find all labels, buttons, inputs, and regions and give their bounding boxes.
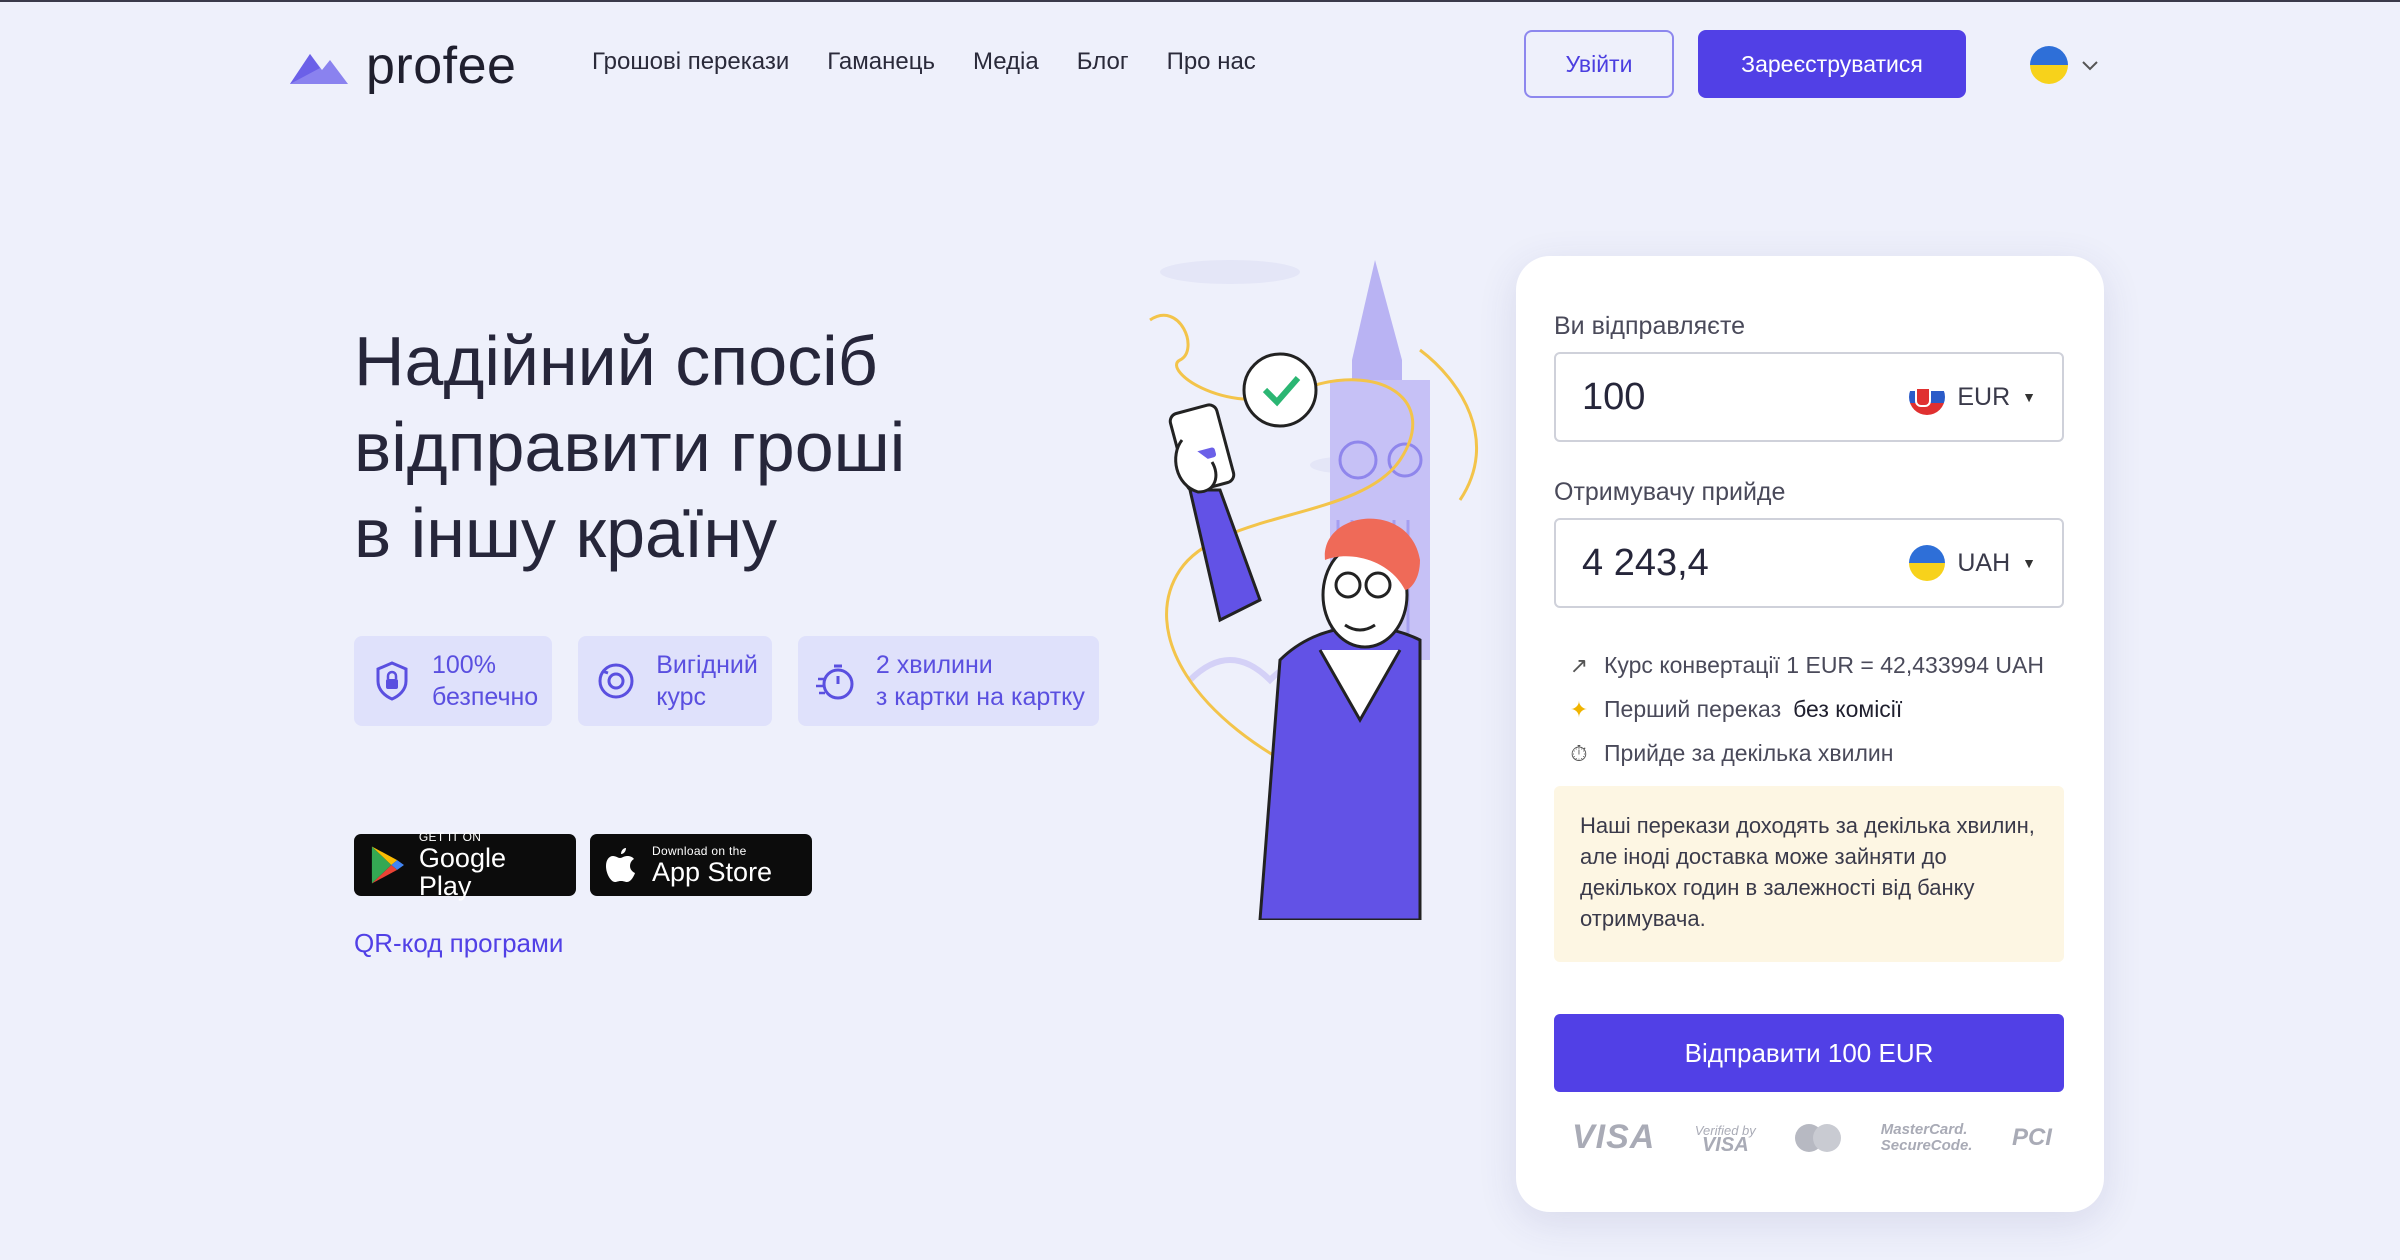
receive-label: Отримувачу прийде [1554,478,1786,506]
app-store-button[interactable]: Download on the App Store [590,834,812,896]
google-play-button[interactable]: GET IT ON Google Play [354,830,576,900]
logo-mountain-icon [290,54,348,84]
arrival-text: Прийде за декілька хвилин [1604,740,1894,766]
feature-speed: 2 хвилини з картки на картку [797,636,1099,726]
exchange-rate-row: ↗ Курс конвертації 1 EUR = 42,433994 UAH [1566,652,2044,679]
nav-blog[interactable]: Блог [1077,48,1129,76]
first-transfer-bold: без комісії [1793,696,1903,722]
caret-down-icon: ▼ [2022,389,2036,405]
site-header: profee Грошові перекази Гаманець Медіа Б… [0,0,2400,130]
first-transfer-row: ✦ Перший переказ без комісії [1566,696,1903,723]
mastercard-logo-icon [1795,1123,1842,1152]
logo[interactable]: profee [286,36,516,96]
receive-currency-code: UAH [1957,548,2011,577]
receive-amount-value[interactable]: 4 243,4 [1582,542,1909,585]
timer-icon [815,664,854,700]
visa-logo: VISA [1572,1118,1656,1156]
caret-down-icon: ▼ [2022,555,2036,571]
verified-by-visa-logo: Verified by VISA [1695,1123,1756,1156]
send-amount-field[interactable]: 100 EUR ▼ [1554,352,2064,442]
vbv-bottom: VISA [1701,1133,1749,1156]
arrival-row: ⏱ Прийде за декілька хвилин [1566,740,1893,767]
pci-dss-logo: PCI [2011,1123,2052,1151]
stopwatch-icon: ⏱ [1570,740,1588,766]
feature-badges: 100% безпечно Вигідний курс 2 хвилини з кар… [354,636,1099,726]
login-button[interactable]: Увійти [1524,30,1674,98]
first-transfer-text: Перший переказ [1604,696,1782,722]
register-button[interactable]: Зареєструватися [1698,30,1966,98]
qr-code-link[interactable]: QR-код програми [354,928,563,959]
language-selector[interactable] [2030,46,2100,84]
sparkle-icon: ✦ [1569,696,1589,722]
flag-ua-icon [2030,46,2068,84]
google-play-small: GET IT ON [418,830,482,844]
main-nav: Грошові перекази Гаманець Медіа Блог Про… [592,48,1256,76]
hero-illustration [1149,260,1479,920]
feature-rate-line1: Вигідний [656,651,758,679]
feature-safe-line2: безпечно [432,683,539,711]
feature-speed-line2: з картки на картку [875,683,1085,711]
chevron-down-icon [2082,61,2098,71]
nav-money-transfers[interactable]: Грошові перекази [592,48,789,76]
feature-rate: Вигідний курс [578,636,772,726]
apple-icon [606,848,635,882]
logo-text: profee [366,37,517,95]
send-label: Ви відправляєте [1554,312,1746,340]
delivery-notice: Наші перекази доходять за декілька хвили… [1554,786,2064,962]
hero-title-line-1: Надійний спосіб [354,322,878,400]
feature-rate-line2: курс [656,683,707,711]
send-money-button[interactable]: Відправити 100 EUR [1554,1014,2064,1092]
google-play-big: Google Play [418,843,506,901]
app-store-big: App Store [652,857,773,887]
app-store-badges: GET IT ON Google Play Download on the Ap… [354,830,812,900]
msc-line1: MasterCard. [1880,1120,1968,1138]
msc-line2: SecureCode. [1880,1136,1973,1154]
receive-amount-field[interactable]: 4 243,4 UAH ▼ [1554,518,2064,608]
send-amount-value[interactable]: 100 [1582,376,1909,419]
exchange-rate-text: Курс конвертації 1 EUR = 42,433994 UAH [1604,652,2044,678]
feature-speed-line1: 2 хвилини [875,651,993,679]
send-currency-select[interactable]: EUR ▼ [1909,379,2036,415]
shield-lock-icon [376,661,408,701]
nav-about[interactable]: Про нас [1167,48,1256,76]
transfer-calculator: Ви відправляєте 100 EUR ▼ Отримувачу при… [1516,256,2104,1212]
mastercard-securecode-logo: MasterCard. SecureCode. [1880,1120,1973,1154]
payment-logos: VISA Verified by VISA MasterCard. Secure… [1572,1118,2052,1157]
rate-circle-icon [598,663,634,699]
send-currency-code: EUR [1957,382,2011,411]
feature-safe-line1: 100% [432,651,496,679]
flag-ua-icon [1909,545,1946,581]
nav-wallet[interactable]: Гаманець [827,48,935,76]
trend-up-icon: ↗ [1569,652,1589,678]
hero-title: Надійний спосіб відправити гроші в іншу … [354,318,1114,576]
hero-title-line-3: в іншу країну [354,494,778,572]
flag-sk-icon [1909,379,1946,415]
google-play-icon [371,846,404,884]
hero-title-line-2: відправити гроші [354,408,906,486]
nav-media[interactable]: Медіа [973,48,1039,76]
receive-currency-select[interactable]: UAH ▼ [1909,545,2036,581]
feature-safe: 100% безпечно [354,636,553,726]
app-store-small: Download on the [652,844,747,858]
